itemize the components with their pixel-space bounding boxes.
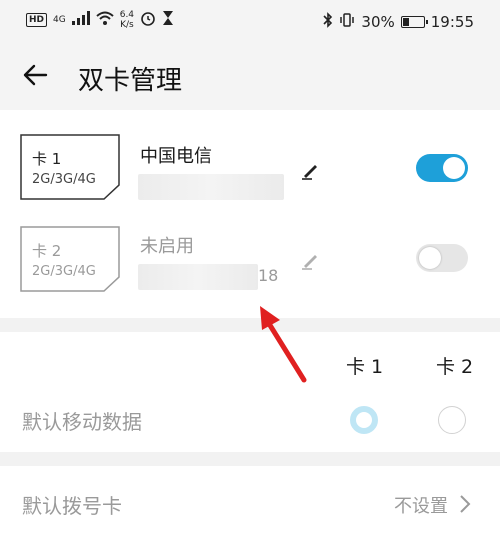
- sim-2-network: 2G/3G/4G: [32, 264, 96, 279]
- signal-icon: [71, 11, 90, 29]
- hd-indicator: HD: [26, 13, 48, 27]
- battery-icon: [400, 16, 428, 28]
- sim-2-number-tail: 18: [258, 266, 279, 285]
- alarm-icon: [140, 10, 156, 30]
- column-sim-1: 卡 1: [346, 356, 384, 378]
- default-data-section: 卡 1 卡 2 默认移动数据: [0, 332, 500, 452]
- column-sim-2: 卡 2: [436, 356, 474, 378]
- network-speed: 6.4 K/s: [119, 10, 135, 30]
- edit-sim-1-icon[interactable]: [298, 158, 322, 182]
- app-header: 双卡管理: [0, 44, 500, 110]
- sim-card-1-icon: 卡 1 2G/3G/4G: [20, 134, 120, 200]
- sim-2-name: 卡 2: [32, 242, 62, 260]
- battery-percent: 30%: [361, 13, 395, 31]
- sim-1-network: 2G/3G/4G: [32, 172, 96, 187]
- sim-1-toggle[interactable]: [416, 154, 468, 182]
- status-bar: HD 4G 6.4 K/s 30% 19:55: [0, 0, 500, 44]
- sim-card-2-icon: 卡 2 2G/3G/4G: [20, 226, 120, 292]
- sim-2-status: 未启用: [140, 236, 194, 257]
- mobile-data-sim-1-radio[interactable]: [350, 406, 378, 434]
- clock-time: 19:55: [430, 13, 474, 31]
- sim-1-carrier: 中国电信: [140, 146, 212, 167]
- back-arrow-icon[interactable]: [20, 60, 50, 90]
- edit-sim-2-icon[interactable]: [298, 248, 322, 272]
- network-type: 4G: [53, 15, 66, 25]
- default-dial-label: 默认拨号卡: [22, 494, 122, 518]
- bluetooth-icon: [323, 12, 333, 32]
- default-dial-row[interactable]: 默认拨号卡 不设置: [0, 466, 500, 540]
- sim-1-name: 卡 1: [32, 150, 62, 168]
- mobile-data-sim-2-radio[interactable]: [438, 406, 466, 434]
- sim-2-number-redacted: [138, 264, 258, 290]
- default-dial-value: 不设置: [394, 496, 448, 517]
- page-title: 双卡管理: [78, 66, 183, 96]
- hourglass-icon: [162, 10, 174, 30]
- sim-2-toggle[interactable]: [416, 244, 468, 272]
- sim-1-number-redacted: [138, 174, 284, 200]
- wifi-icon: [96, 11, 114, 29]
- vibrate-icon: [339, 12, 355, 32]
- sim-list: 卡 1 2G/3G/4G 中国电信 卡 2 2G/3G/4G 未启用 18: [0, 110, 500, 318]
- default-mobile-data-label: 默认移动数据: [22, 410, 142, 434]
- chevron-right-icon: [458, 494, 472, 514]
